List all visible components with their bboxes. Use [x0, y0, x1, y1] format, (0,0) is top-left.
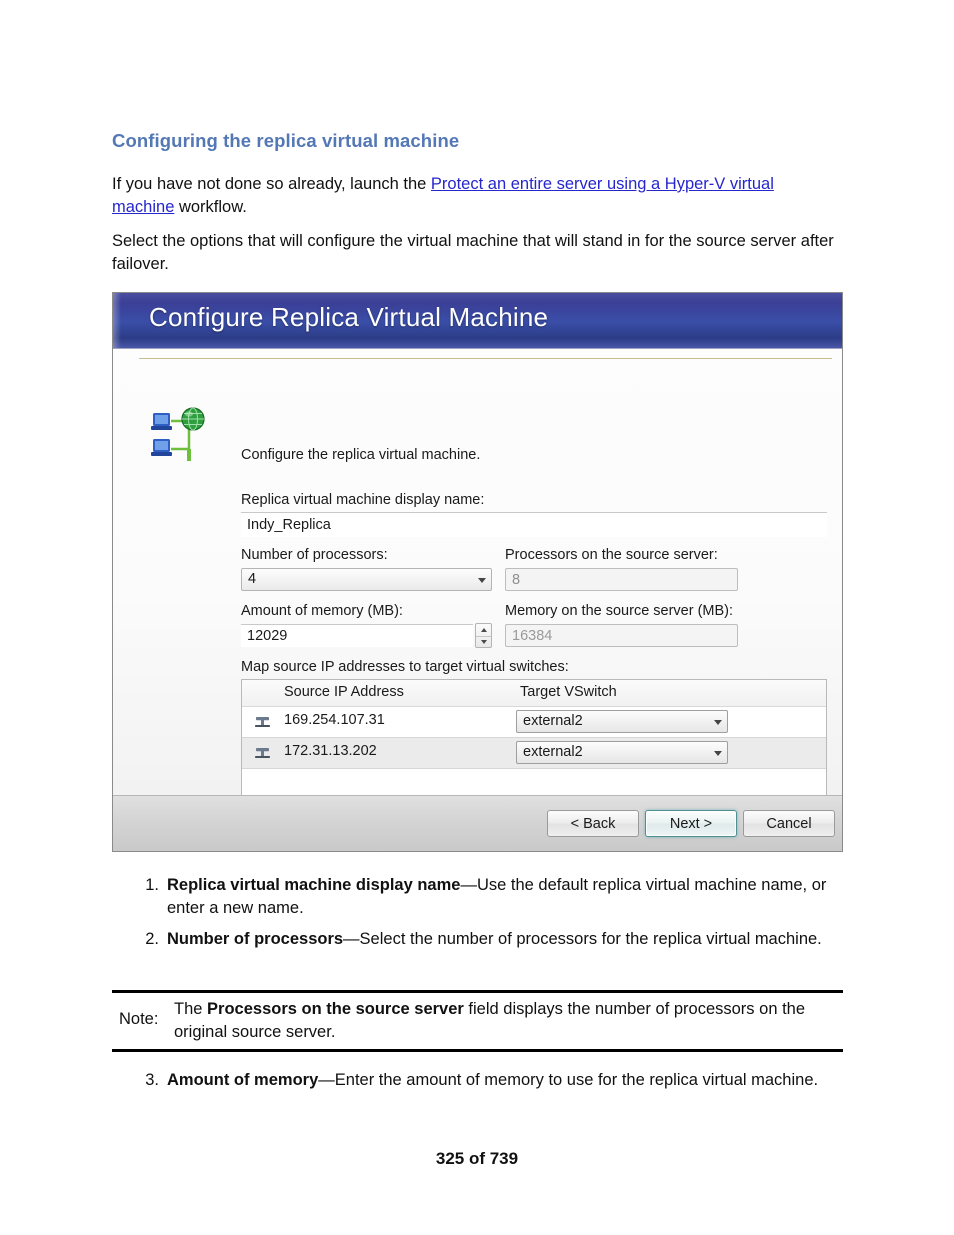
column-header-target-vswitch: Target VSwitch [520, 684, 617, 700]
intro-paragraph: If you have not done so already, launch … [112, 173, 838, 220]
note-text-pre: The [174, 1000, 208, 1018]
list-item-body: Amount of memory—Enter the amount of mem… [167, 1069, 845, 1092]
source-ip-value: 172.31.13.202 [284, 743, 377, 759]
dialog-footer: < Back Next > Cancel [113, 795, 842, 851]
table-row[interactable]: 172.31.13.202 external2 [242, 738, 826, 769]
list-item-number: 2. [145, 930, 159, 948]
list-item: 3. Amount of memory—Enter the amount of … [135, 1069, 845, 1092]
map-ip-label: Map source IP addresses to target virtua… [241, 659, 569, 675]
list-item: 2. Number of processors—Select the numbe… [135, 928, 845, 951]
target-vswitch-dropdown[interactable]: external2 [516, 741, 728, 764]
amount-of-memory-stepper[interactable] [475, 623, 492, 648]
chevron-down-icon [478, 578, 486, 583]
document-page: Configuring the replica virtual machine … [0, 0, 954, 1235]
dialog-title: Configure Replica Virtual Machine [149, 302, 549, 332]
note-text: The Processors on the source server fiel… [174, 998, 839, 1045]
note-top-rule [112, 990, 843, 993]
stepper-down-icon[interactable] [476, 635, 491, 649]
note-text-bold: Processors on the source server [207, 1000, 464, 1018]
display-name-label: Replica virtual machine display name: [241, 492, 485, 508]
back-button[interactable]: < Back [547, 810, 639, 837]
instruction-paragraph: Select the options that will configure t… [112, 232, 834, 274]
source-memory-field [505, 624, 738, 647]
source-memory-label: Memory on the source server (MB): [505, 603, 734, 619]
list-item-term: Number of processors [167, 930, 344, 948]
list-item-body: Replica virtual machine display name—Use… [167, 874, 845, 921]
intro-text-post: workflow. [174, 198, 247, 217]
note-label: Note: [119, 1010, 159, 1028]
chevron-down-icon [714, 720, 722, 725]
configure-replica-dialog: Configure Replica Virtual Machine Config… [112, 292, 843, 852]
source-processors-field [505, 568, 738, 591]
number-of-processors-value: 4 [248, 571, 257, 587]
number-of-processors-label: Number of processors: [241, 547, 388, 563]
table-row[interactable]: 169.254.107.31 external2 [242, 707, 826, 738]
list-item-term: Replica virtual machine display name [167, 876, 461, 894]
page-title: Configuring the replica virtual machine [112, 130, 460, 151]
dialog-body: Configure the replica virtual machine. R… [113, 349, 842, 834]
list-item: 1. Replica virtual machine display name—… [135, 874, 845, 921]
target-vswitch-value: external2 [523, 744, 583, 760]
dialog-titlebar: Configure Replica Virtual Machine [113, 293, 842, 349]
network-adapter-icon [254, 745, 271, 761]
list-item-dash: — [460, 876, 477, 894]
source-ip-value: 169.254.107.31 [284, 712, 385, 728]
page-number-footer: 325 of 739 [435, 1149, 519, 1168]
chevron-down-icon [714, 751, 722, 756]
list-item-term: Amount of memory [167, 1071, 319, 1089]
amount-of-memory-label: Amount of memory (MB): [241, 603, 403, 619]
amount-of-memory-input[interactable] [241, 624, 473, 647]
list-item-number: 1. [145, 876, 159, 894]
source-processors-label: Processors on the source server: [505, 547, 718, 563]
intro-text-pre: If you have not done so already, launch … [112, 175, 431, 193]
note-callout: Note: The Processors on the source serve… [112, 990, 843, 1052]
network-adapter-icon [254, 714, 271, 730]
column-header-source-ip: Source IP Address [284, 684, 404, 700]
dialog-intro-text: Configure the replica virtual machine. [241, 447, 481, 463]
target-vswitch-dropdown[interactable]: external2 [516, 710, 728, 733]
server-network-icon [147, 405, 209, 467]
cancel-button[interactable]: Cancel [743, 810, 835, 837]
list-item-description: Select the number of processors for the … [359, 930, 822, 948]
number-of-processors-dropdown[interactable]: 4 [241, 568, 492, 591]
list-item-body: Number of processors—Select the number o… [167, 928, 845, 951]
list-item-dash: — [318, 1071, 335, 1089]
note-bottom-rule [112, 1049, 843, 1052]
display-name-input[interactable] [241, 512, 827, 537]
list-item-description: Enter the amount of memory to use for th… [334, 1071, 819, 1089]
next-button[interactable]: Next > [645, 810, 737, 837]
list-item-dash: — [343, 930, 360, 948]
list-item-number: 3. [145, 1071, 159, 1089]
stepper-up-icon[interactable] [476, 624, 491, 636]
target-vswitch-value: external2 [523, 713, 583, 729]
table-header-row: Source IP Address Target VSwitch [242, 680, 826, 707]
